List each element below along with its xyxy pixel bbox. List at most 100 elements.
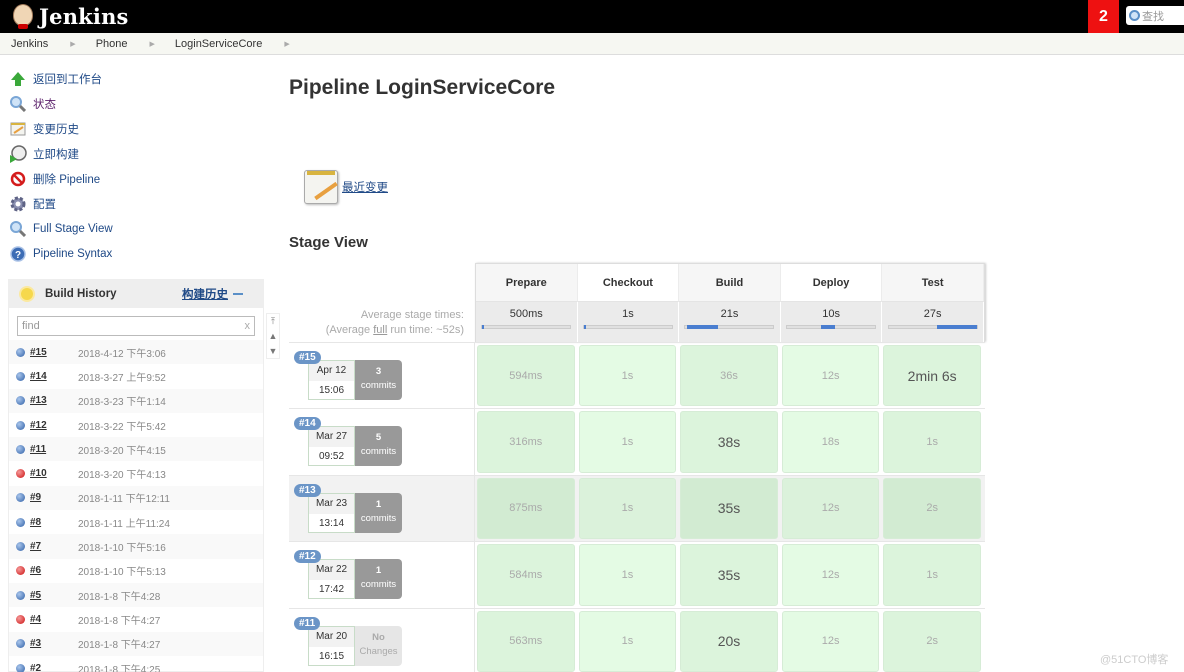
task-changes[interactable]: 变更历史 bbox=[9, 116, 113, 141]
breadcrumb-phone[interactable]: Phone bbox=[96, 38, 128, 50]
stage-cell[interactable]: 12s bbox=[780, 343, 882, 408]
run-badge[interactable]: #12 bbox=[294, 550, 321, 564]
build-number-link[interactable]: #7 bbox=[30, 541, 78, 552]
build-number-link[interactable]: #12 bbox=[30, 420, 78, 431]
stage-duration[interactable]: 18s bbox=[781, 411, 880, 473]
stage-duration[interactable]: 36s bbox=[680, 345, 778, 407]
stage-cell[interactable]: 594ms bbox=[475, 343, 577, 408]
scroll-up-icon[interactable]: ▲ bbox=[269, 331, 278, 341]
build-number-link[interactable]: #14 bbox=[30, 371, 78, 382]
stage-duration[interactable]: 20s bbox=[680, 610, 778, 672]
run-commits[interactable]: No Changes bbox=[355, 625, 402, 666]
stage-cell[interactable]: 563ms bbox=[475, 609, 577, 672]
stage-cell[interactable]: 12s bbox=[780, 609, 882, 672]
build-number-link[interactable]: #8 bbox=[30, 517, 78, 528]
jenkins-logo[interactable]: Jenkins bbox=[10, 3, 129, 30]
run-badge[interactable]: #11 bbox=[294, 616, 321, 630]
stage-duration[interactable]: 35s bbox=[680, 544, 778, 606]
stage-cell[interactable]: 20s bbox=[678, 609, 780, 672]
stage-duration[interactable]: 563ms bbox=[477, 610, 575, 672]
build-find-input[interactable]: find x bbox=[17, 316, 255, 336]
stage-duration[interactable]: 2s bbox=[883, 610, 981, 672]
task-full-stage-view[interactable]: Full Stage View bbox=[9, 216, 113, 241]
notification-badge[interactable]: 2 bbox=[1088, 0, 1119, 33]
stage-duration[interactable]: 1s bbox=[883, 411, 981, 473]
task-configure[interactable]: 配置 bbox=[9, 191, 113, 216]
run-commits[interactable]: 1 commits bbox=[355, 492, 402, 533]
breadcrumb-jenkins[interactable]: Jenkins bbox=[11, 38, 48, 50]
stage-cell[interactable]: 316ms bbox=[475, 409, 577, 474]
stage-duration[interactable]: 584ms bbox=[477, 544, 575, 606]
stage-cell[interactable]: 2s bbox=[881, 476, 983, 541]
stage-duration[interactable]: 1s bbox=[883, 544, 981, 606]
stage-cell[interactable]: 12s bbox=[780, 476, 882, 541]
chevron-right-icon[interactable]: ▶ bbox=[70, 40, 75, 48]
stage-duration[interactable]: 2min 6s bbox=[883, 345, 981, 407]
chevron-right-icon[interactable]: ▶ bbox=[284, 40, 289, 48]
stage-duration[interactable]: 2s bbox=[883, 477, 981, 540]
stage-cell[interactable]: 1s bbox=[577, 476, 679, 541]
task-status[interactable]: 状态 bbox=[9, 91, 113, 116]
stage-duration[interactable]: 12s bbox=[781, 345, 880, 407]
build-number-link[interactable]: #9 bbox=[30, 492, 78, 503]
stage-duration[interactable]: 875ms bbox=[477, 477, 575, 540]
run-commits[interactable]: 5 commits bbox=[355, 426, 402, 467]
search-input[interactable]: 查找 bbox=[1142, 8, 1164, 24]
build-number-link[interactable]: #10 bbox=[30, 468, 78, 479]
scroll-top-icon[interactable]: ⤒ bbox=[271, 316, 275, 327]
search-box[interactable]: 查找 bbox=[1126, 6, 1184, 25]
run-commits[interactable]: 3 commits bbox=[355, 360, 402, 400]
stage-duration[interactable]: 12s bbox=[781, 610, 880, 672]
stage-duration[interactable]: 1s bbox=[578, 610, 677, 672]
stage-duration[interactable]: 1s bbox=[578, 345, 677, 407]
run-badge[interactable]: #14 bbox=[294, 417, 321, 431]
build-number-link[interactable]: #11 bbox=[30, 444, 78, 455]
build-number-link[interactable]: #3 bbox=[30, 638, 78, 649]
stage-cell[interactable]: 35s bbox=[678, 476, 780, 541]
stage-duration[interactable]: 1s bbox=[578, 477, 677, 540]
task-delete-pipeline[interactable]: 删除 Pipeline bbox=[9, 166, 113, 191]
build-number-link[interactable]: #4 bbox=[30, 614, 78, 625]
stage-cell[interactable]: 36s bbox=[678, 343, 780, 408]
build-number-link[interactable]: #6 bbox=[30, 565, 78, 576]
recent-changes-link[interactable]: 最近变更 bbox=[342, 179, 388, 195]
stage-cell[interactable]: 1s bbox=[577, 542, 679, 607]
stage-cell[interactable]: 584ms bbox=[475, 542, 577, 607]
stage-duration[interactable]: 594ms bbox=[477, 345, 575, 407]
stage-duration[interactable]: 316ms bbox=[477, 411, 575, 473]
stage-duration[interactable]: 1s bbox=[578, 411, 677, 473]
stage-cell[interactable]: 1s bbox=[577, 343, 679, 408]
stage-cell[interactable]: 1s bbox=[881, 409, 983, 474]
stage-duration[interactable]: 38s bbox=[680, 411, 778, 473]
stage-cell[interactable]: 1s bbox=[577, 609, 679, 672]
build-number-link[interactable]: #2 bbox=[30, 663, 78, 672]
stage-cell[interactable]: 18s bbox=[780, 409, 882, 474]
clear-icon[interactable]: x bbox=[245, 320, 251, 332]
run-badge[interactable]: #15 bbox=[294, 351, 321, 364]
stage-cell[interactable]: 35s bbox=[678, 542, 780, 607]
stage-duration[interactable]: 1s bbox=[578, 544, 677, 606]
stage-duration[interactable]: 12s bbox=[781, 477, 880, 540]
stage-cell[interactable]: 1s bbox=[881, 542, 983, 607]
stage-duration[interactable]: 12s bbox=[781, 544, 880, 606]
stage-cell[interactable]: 2s bbox=[881, 609, 983, 672]
scroll-down-icon[interactable]: ▼ bbox=[269, 346, 278, 356]
build-number-link[interactable]: #15 bbox=[30, 347, 78, 358]
full-run-link[interactable]: full bbox=[373, 324, 387, 336]
task-back-to-dashboard[interactable]: 返回到工作台 bbox=[9, 66, 113, 91]
stage-cell[interactable]: 875ms bbox=[475, 476, 577, 541]
breadcrumb-job[interactable]: LoginServiceCore bbox=[175, 38, 262, 50]
stage-cell[interactable]: 1s bbox=[577, 409, 679, 474]
run-badge[interactable]: #13 bbox=[294, 483, 321, 497]
build-number-link[interactable]: #5 bbox=[30, 590, 78, 601]
stage-duration[interactable]: 35s bbox=[680, 477, 778, 540]
stage-cell[interactable]: 12s bbox=[780, 542, 882, 607]
task-pipeline-syntax[interactable]: ? Pipeline Syntax bbox=[9, 241, 113, 266]
run-commits[interactable]: 1 commits bbox=[355, 559, 402, 600]
collapse-icon[interactable] bbox=[233, 293, 243, 295]
stage-cell[interactable]: 38s bbox=[678, 409, 780, 474]
chevron-right-icon[interactable]: ▶ bbox=[150, 40, 155, 48]
build-trend-link[interactable]: 构建历史 bbox=[182, 286, 228, 302]
stage-cell[interactable]: 2min 6s bbox=[881, 343, 983, 408]
recent-changes[interactable]: 最近变更 bbox=[304, 170, 388, 204]
